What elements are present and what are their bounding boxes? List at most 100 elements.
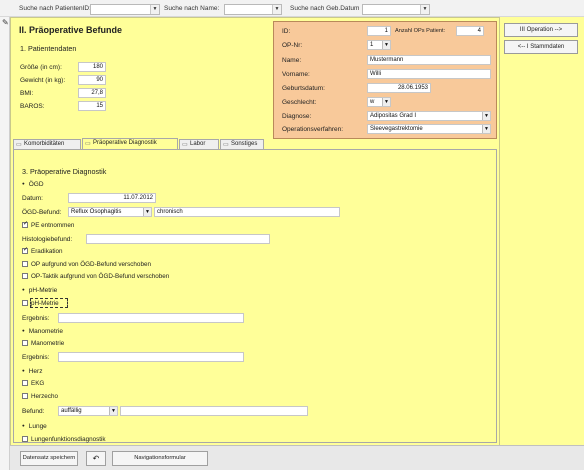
datum-field[interactable]: 11.07.2012 bbox=[68, 193, 156, 203]
ph-heading: pH-Metrie bbox=[22, 287, 58, 294]
next-operation-button[interactable]: III Operation --> bbox=[504, 23, 578, 37]
ph-label: pH-Metrie bbox=[31, 300, 59, 307]
diagnostik-section-title: 3. Präoperative Diagnostik bbox=[22, 167, 107, 176]
prev-stammdaten-button[interactable]: <-- I Stammdaten bbox=[504, 40, 578, 54]
right-panel bbox=[500, 17, 584, 470]
procedure-label: Operationsverfahren: bbox=[282, 126, 344, 133]
heart-befund-value: auffällig bbox=[61, 408, 82, 414]
op-postponed-label: OP aufgrund von ÖGD-Befund verschoben bbox=[31, 261, 151, 268]
chevron-down-icon[interactable]: ▼ bbox=[109, 407, 117, 415]
chevron-down-icon[interactable]: ▼ bbox=[143, 208, 151, 216]
chevron-down-icon[interactable]: ▼ bbox=[382, 41, 390, 49]
opnr-select[interactable]: 1 ▼ bbox=[367, 40, 391, 50]
baros-field[interactable]: 15 bbox=[78, 101, 106, 111]
search-patient-id-combo[interactable]: ▼ bbox=[90, 4, 160, 15]
dob-field[interactable]: 28.06.1953 bbox=[367, 83, 431, 93]
chevron-down-icon[interactable]: ▼ bbox=[482, 112, 490, 120]
page-icon: ▭ bbox=[85, 141, 91, 147]
lung-function-label: Lungenfunktionsdiagnostik bbox=[31, 436, 106, 443]
ogd-befund-extra-field[interactable]: chronisch bbox=[154, 207, 340, 217]
op-tactic-label: OP-Taktik aufgrund von ÖGD-Befund versch… bbox=[31, 273, 170, 280]
manometry-label: Manometrie bbox=[31, 340, 65, 347]
vorname-field[interactable]: Willi bbox=[367, 69, 491, 79]
chevron-down-icon[interactable]: ▼ bbox=[150, 5, 159, 14]
pe-label: PE entnommen bbox=[31, 222, 75, 229]
gender-select[interactable]: w ▼ bbox=[367, 97, 391, 107]
manometry-checkbox[interactable]: Manometrie bbox=[22, 340, 64, 347]
datum-label: Datum: bbox=[22, 195, 43, 202]
undo-button[interactable]: ↶ bbox=[86, 451, 106, 466]
save-record-button[interactable]: Datensatz speichern bbox=[20, 451, 78, 466]
checkbox-icon[interactable] bbox=[22, 273, 28, 280]
checkbox-icon[interactable] bbox=[22, 380, 28, 387]
page-title: II. Präoperative Befunde bbox=[19, 25, 123, 35]
vorname-label: Vorname: bbox=[282, 71, 310, 78]
gender-value: w bbox=[370, 99, 375, 105]
lung-heading: Lunge bbox=[22, 423, 47, 430]
ph-checkbox[interactable]: pH-Metrie bbox=[22, 300, 59, 307]
tab-label: Präoperative Diagnostik bbox=[93, 140, 157, 146]
chevron-down-icon[interactable]: ▼ bbox=[420, 5, 429, 14]
manometry-result-field[interactable] bbox=[58, 352, 244, 362]
ogd-heading: ÖGD bbox=[22, 181, 44, 188]
checkbox-checked-icon[interactable] bbox=[22, 246, 28, 255]
search-name-label: Suche nach Name: bbox=[164, 5, 220, 12]
opnr-value: 1 bbox=[370, 42, 374, 48]
chevron-down-icon[interactable]: ▼ bbox=[272, 5, 281, 14]
checkbox-icon[interactable] bbox=[22, 340, 28, 347]
search-dob-label: Suche nach Geb.Datum bbox=[290, 5, 360, 12]
diagnosis-label: Diagnose: bbox=[282, 113, 312, 120]
search-patient-id-label: Suche nach PatientenID: bbox=[19, 5, 91, 12]
heart-befund-extra-field[interactable] bbox=[120, 406, 308, 416]
ph-result-field[interactable] bbox=[58, 313, 244, 323]
op-tactic-checkbox[interactable]: OP-Taktik aufgrund von ÖGD-Befund versch… bbox=[22, 273, 169, 280]
checkbox-icon[interactable] bbox=[22, 393, 28, 400]
ops-count-field[interactable]: 4 bbox=[456, 26, 484, 36]
search-dob-combo[interactable]: ▼ bbox=[362, 4, 430, 15]
eradikation-checkbox[interactable]: Eradikation bbox=[22, 246, 63, 255]
search-name-combo[interactable]: ▼ bbox=[224, 4, 282, 15]
tab-label: Sonstiges bbox=[231, 141, 258, 147]
checkbox-icon[interactable] bbox=[22, 436, 28, 443]
navigation-form-button[interactable]: Navigationsformular bbox=[112, 451, 208, 466]
height-field[interactable]: 180 bbox=[78, 62, 106, 72]
eradikation-label: Eradikation bbox=[31, 248, 63, 255]
diagnosis-value: Adipositas Grad I bbox=[370, 113, 417, 119]
weight-field[interactable]: 90 bbox=[78, 75, 106, 85]
diagnosis-select[interactable]: Adipositas Grad I ▼ bbox=[367, 111, 491, 121]
op-postponed-checkbox[interactable]: OP aufgrund von ÖGD-Befund verschoben bbox=[22, 261, 151, 268]
checkbox-icon[interactable] bbox=[22, 261, 28, 268]
ekg-label: EKG bbox=[31, 380, 45, 387]
baros-label: BAROS: bbox=[20, 103, 45, 110]
lung-function-checkbox[interactable]: Lungenfunktionsdiagnostik bbox=[22, 436, 106, 443]
ogd-befund-select[interactable]: Reflux Ösophagitis ▼ bbox=[68, 207, 152, 217]
search-bar: Suche nach PatientenID: ▼ Suche nach Nam… bbox=[0, 0, 584, 17]
patient-section-title: 1. Patientendaten bbox=[20, 44, 77, 53]
id-field[interactable]: 1 bbox=[367, 26, 391, 36]
record-selector[interactable]: ✎ bbox=[0, 17, 10, 470]
name-label: Name: bbox=[282, 57, 302, 64]
echo-label: Herzecho bbox=[31, 393, 58, 400]
heart-befund-label: Befund: bbox=[22, 408, 45, 415]
gender-label: Geschlecht: bbox=[282, 99, 317, 106]
name-field[interactable]: Mustermann bbox=[367, 55, 491, 65]
bmi-label: BMI: bbox=[20, 90, 34, 97]
ekg-checkbox[interactable]: EKG bbox=[22, 380, 44, 387]
echo-checkbox[interactable]: Herzecho bbox=[22, 393, 58, 400]
procedure-select[interactable]: Sleevegastrektomie ▼ bbox=[367, 124, 491, 134]
heart-heading: Herz bbox=[22, 368, 43, 375]
ph-result-label: Ergebnis: bbox=[22, 315, 50, 322]
checkbox-checked-icon[interactable] bbox=[22, 220, 28, 229]
bmi-field[interactable]: 27,8 bbox=[78, 88, 106, 98]
heart-befund-select[interactable]: auffällig ▼ bbox=[58, 406, 118, 416]
chevron-down-icon[interactable]: ▼ bbox=[382, 98, 390, 106]
histology-field[interactable] bbox=[86, 234, 270, 244]
ogd-befund-value: Reflux Ösophagitis bbox=[71, 209, 122, 215]
manometry-heading: Manometrie bbox=[22, 328, 63, 335]
pe-checkbox[interactable]: PE entnommen bbox=[22, 220, 75, 229]
procedure-value: Sleevegastrektomie bbox=[370, 126, 423, 132]
checkbox-icon[interactable] bbox=[22, 300, 28, 307]
height-label: Größe (in cm): bbox=[20, 64, 62, 71]
chevron-down-icon[interactable]: ▼ bbox=[482, 125, 490, 133]
tab-label: Komorbiditäten bbox=[24, 141, 65, 147]
